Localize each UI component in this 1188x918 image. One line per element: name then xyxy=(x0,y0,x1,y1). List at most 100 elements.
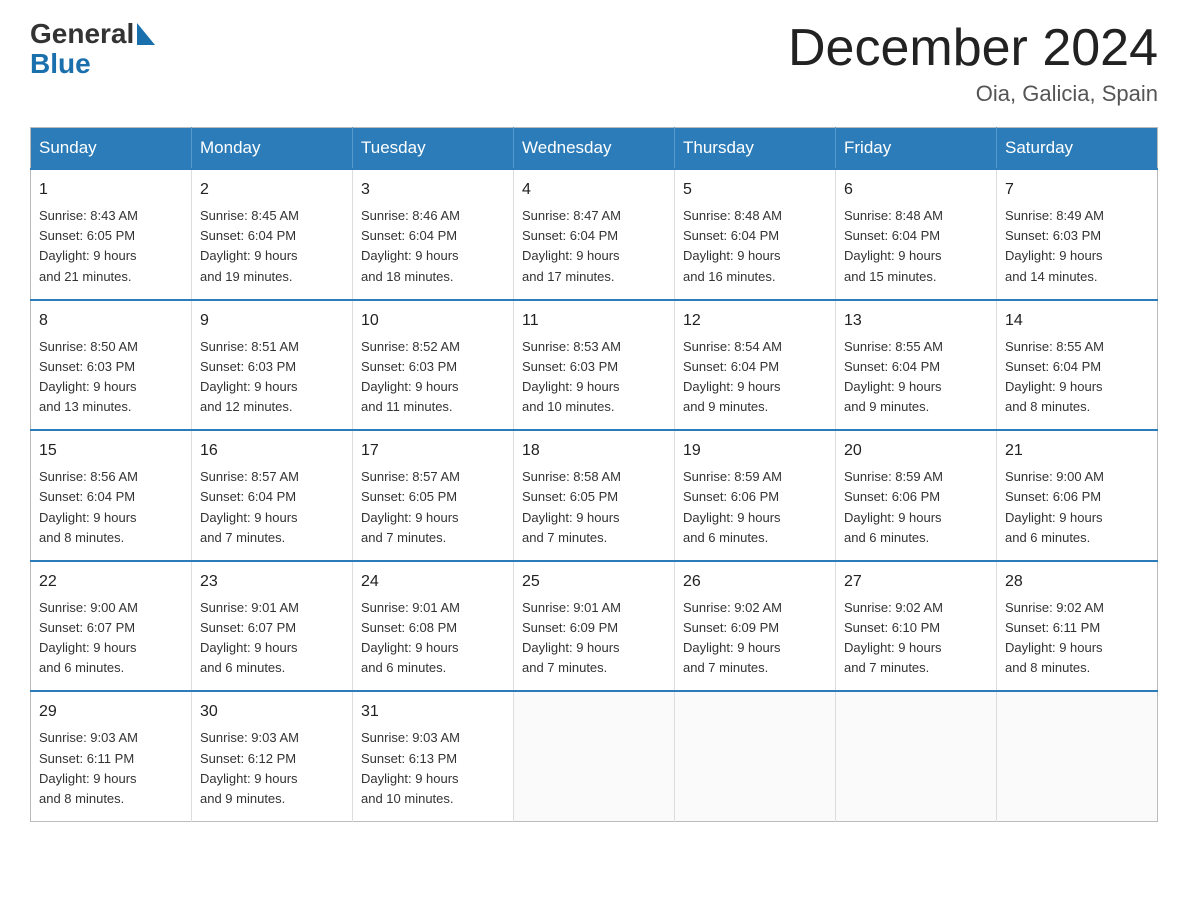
calendar-cell: 7Sunrise: 8:49 AMSunset: 6:03 PMDaylight… xyxy=(997,169,1158,300)
day-info: Sunrise: 9:03 AMSunset: 6:13 PMDaylight:… xyxy=(361,728,505,809)
calendar-cell: 19 Sunrise: 8:59 AMSunset: 6:06 PMDayligh… xyxy=(675,430,836,561)
day-info: Sunrise: 8:52 AMSunset: 6:03 PMDaylight:… xyxy=(361,337,505,418)
calendar-cell xyxy=(836,691,997,821)
calendar-cell xyxy=(997,691,1158,821)
calendar-cell: 23Sunrise: 9:01 AMSunset: 6:07 PMDayligh… xyxy=(192,561,353,692)
calendar-cell: 28 Sunrise: 9:02 AMSunset: 6:11 PMDayligh… xyxy=(997,561,1158,692)
day-number: 7 xyxy=(1005,178,1149,202)
day-header-thursday: Thursday xyxy=(675,128,836,170)
calendar-cell: 10 Sunrise: 8:52 AMSunset: 6:03 PMDayligh… xyxy=(353,300,514,431)
day-number: 2 xyxy=(200,178,344,202)
day-number: 24 xyxy=(361,570,505,594)
day-info: Sunrise: 8:43 AMSunset: 6:05 PMDaylight:… xyxy=(39,206,183,287)
day-number: 11 xyxy=(522,309,666,333)
day-header-saturday: Saturday xyxy=(997,128,1158,170)
calendar-cell: 16Sunrise: 8:57 AMSunset: 6:04 PMDayligh… xyxy=(192,430,353,561)
day-info: Sunrise: 8:56 AMSunset: 6:04 PMDaylight:… xyxy=(39,467,183,548)
page-header: General Blue December 2024 Oia, Galicia,… xyxy=(30,20,1158,107)
day-info: Sunrise: 8:59 AMSunset: 6:06 PMDaylight:… xyxy=(683,467,827,548)
day-info: Sunrise: 8:46 AMSunset: 6:04 PMDaylight:… xyxy=(361,206,505,287)
day-info: Sunrise: 9:03 AMSunset: 6:11 PMDaylight:… xyxy=(39,728,183,809)
day-info: Sunrise: 9:01 AMSunset: 6:08 PMDaylight:… xyxy=(361,598,505,679)
day-number: 4 xyxy=(522,178,666,202)
calendar-table: SundayMondayTuesdayWednesdayThursdayFrid… xyxy=(30,127,1158,822)
day-info: Sunrise: 8:50 AMSunset: 6:03 PMDaylight:… xyxy=(39,337,183,418)
day-number: 28 xyxy=(1005,570,1149,594)
calendar-week-row: 8Sunrise: 8:50 AMSunset: 6:03 PMDaylight… xyxy=(31,300,1158,431)
day-info: Sunrise: 8:57 AMSunset: 6:05 PMDaylight:… xyxy=(361,467,505,548)
calendar-header-row: SundayMondayTuesdayWednesdayThursdayFrid… xyxy=(31,128,1158,170)
day-number: 23 xyxy=(200,570,344,594)
calendar-cell: 29Sunrise: 9:03 AMSunset: 6:11 PMDayligh… xyxy=(31,691,192,821)
day-number: 13 xyxy=(844,309,988,333)
day-number: 17 xyxy=(361,439,505,463)
calendar-cell: 30 Sunrise: 9:03 AMSunset: 6:12 PMDayligh… xyxy=(192,691,353,821)
day-number: 30 xyxy=(200,700,344,724)
calendar-cell: 25Sunrise: 9:01 AMSunset: 6:09 PMDayligh… xyxy=(514,561,675,692)
logo-blue-text: Blue xyxy=(30,48,91,80)
day-info: Sunrise: 9:00 AMSunset: 6:06 PMDaylight:… xyxy=(1005,467,1149,548)
calendar-cell: 13 Sunrise: 8:55 AMSunset: 6:04 PMDayligh… xyxy=(836,300,997,431)
day-info: Sunrise: 9:03 AMSunset: 6:12 PMDaylight:… xyxy=(200,728,344,809)
calendar-cell: 8Sunrise: 8:50 AMSunset: 6:03 PMDaylight… xyxy=(31,300,192,431)
day-info: Sunrise: 8:58 AMSunset: 6:05 PMDaylight:… xyxy=(522,467,666,548)
day-info: Sunrise: 8:51 AMSunset: 6:03 PMDaylight:… xyxy=(200,337,344,418)
calendar-cell: 2 Sunrise: 8:45 AMSunset: 6:04 PMDaylight… xyxy=(192,169,353,300)
day-number: 14 xyxy=(1005,309,1149,333)
day-header-tuesday: Tuesday xyxy=(353,128,514,170)
calendar-cell: 31 Sunrise: 9:03 AMSunset: 6:13 PMDayligh… xyxy=(353,691,514,821)
day-info: Sunrise: 8:47 AMSunset: 6:04 PMDaylight:… xyxy=(522,206,666,287)
day-number: 16 xyxy=(200,439,344,463)
day-number: 3 xyxy=(361,178,505,202)
day-number: 10 xyxy=(361,309,505,333)
day-header-sunday: Sunday xyxy=(31,128,192,170)
day-info: Sunrise: 9:00 AMSunset: 6:07 PMDaylight:… xyxy=(39,598,183,679)
day-info: Sunrise: 8:53 AMSunset: 6:03 PMDaylight:… xyxy=(522,337,666,418)
day-number: 31 xyxy=(361,700,505,724)
calendar-cell: 21 Sunrise: 9:00 AMSunset: 6:06 PMDayligh… xyxy=(997,430,1158,561)
day-header-friday: Friday xyxy=(836,128,997,170)
calendar-cell: 11 Sunrise: 8:53 AMSunset: 6:03 PMDayligh… xyxy=(514,300,675,431)
day-number: 22 xyxy=(39,570,183,594)
day-number: 1 xyxy=(39,178,183,202)
day-info: Sunrise: 8:54 AMSunset: 6:04 PMDaylight:… xyxy=(683,337,827,418)
day-number: 19 xyxy=(683,439,827,463)
day-info: Sunrise: 9:01 AMSunset: 6:09 PMDaylight:… xyxy=(522,598,666,679)
logo-triangle-icon xyxy=(137,23,155,45)
calendar-cell: 1 Sunrise: 8:43 AMSunset: 6:05 PMDaylight… xyxy=(31,169,192,300)
day-info: Sunrise: 8:55 AMSunset: 6:04 PMDaylight:… xyxy=(844,337,988,418)
calendar-week-row: 29Sunrise: 9:03 AMSunset: 6:11 PMDayligh… xyxy=(31,691,1158,821)
calendar-cell: 22 Sunrise: 9:00 AMSunset: 6:07 PMDayligh… xyxy=(31,561,192,692)
calendar-cell: 14Sunrise: 8:55 AMSunset: 6:04 PMDayligh… xyxy=(997,300,1158,431)
logo-general-text: General xyxy=(30,20,134,48)
calendar-cell: 26 Sunrise: 9:02 AMSunset: 6:09 PMDayligh… xyxy=(675,561,836,692)
day-info: Sunrise: 8:59 AMSunset: 6:06 PMDaylight:… xyxy=(844,467,988,548)
day-info: Sunrise: 8:48 AMSunset: 6:04 PMDaylight:… xyxy=(844,206,988,287)
day-number: 12 xyxy=(683,309,827,333)
calendar-cell xyxy=(675,691,836,821)
month-title: December 2024 xyxy=(788,20,1158,77)
day-header-wednesday: Wednesday xyxy=(514,128,675,170)
day-number: 5 xyxy=(683,178,827,202)
calendar-cell: 3 Sunrise: 8:46 AMSunset: 6:04 PMDaylight… xyxy=(353,169,514,300)
day-number: 9 xyxy=(200,309,344,333)
day-info: Sunrise: 8:45 AMSunset: 6:04 PMDaylight:… xyxy=(200,206,344,287)
day-number: 6 xyxy=(844,178,988,202)
day-number: 27 xyxy=(844,570,988,594)
logo: General Blue xyxy=(30,20,158,80)
calendar-cell: 12 Sunrise: 8:54 AMSunset: 6:04 PMDayligh… xyxy=(675,300,836,431)
day-number: 18 xyxy=(522,439,666,463)
day-number: 20 xyxy=(844,439,988,463)
calendar-cell: 9 Sunrise: 8:51 AMSunset: 6:03 PMDaylight… xyxy=(192,300,353,431)
calendar-cell: 18 Sunrise: 8:58 AMSunset: 6:05 PMDayligh… xyxy=(514,430,675,561)
location-subtitle: Oia, Galicia, Spain xyxy=(788,81,1158,107)
day-info: Sunrise: 9:02 AMSunset: 6:09 PMDaylight:… xyxy=(683,598,827,679)
calendar-cell xyxy=(514,691,675,821)
day-info: Sunrise: 9:02 AMSunset: 6:11 PMDaylight:… xyxy=(1005,598,1149,679)
day-number: 15 xyxy=(39,439,183,463)
calendar-week-row: 15 Sunrise: 8:56 AMSunset: 6:04 PMDayligh… xyxy=(31,430,1158,561)
day-number: 21 xyxy=(1005,439,1149,463)
day-info: Sunrise: 8:48 AMSunset: 6:04 PMDaylight:… xyxy=(683,206,827,287)
calendar-cell: 15 Sunrise: 8:56 AMSunset: 6:04 PMDayligh… xyxy=(31,430,192,561)
day-number: 26 xyxy=(683,570,827,594)
